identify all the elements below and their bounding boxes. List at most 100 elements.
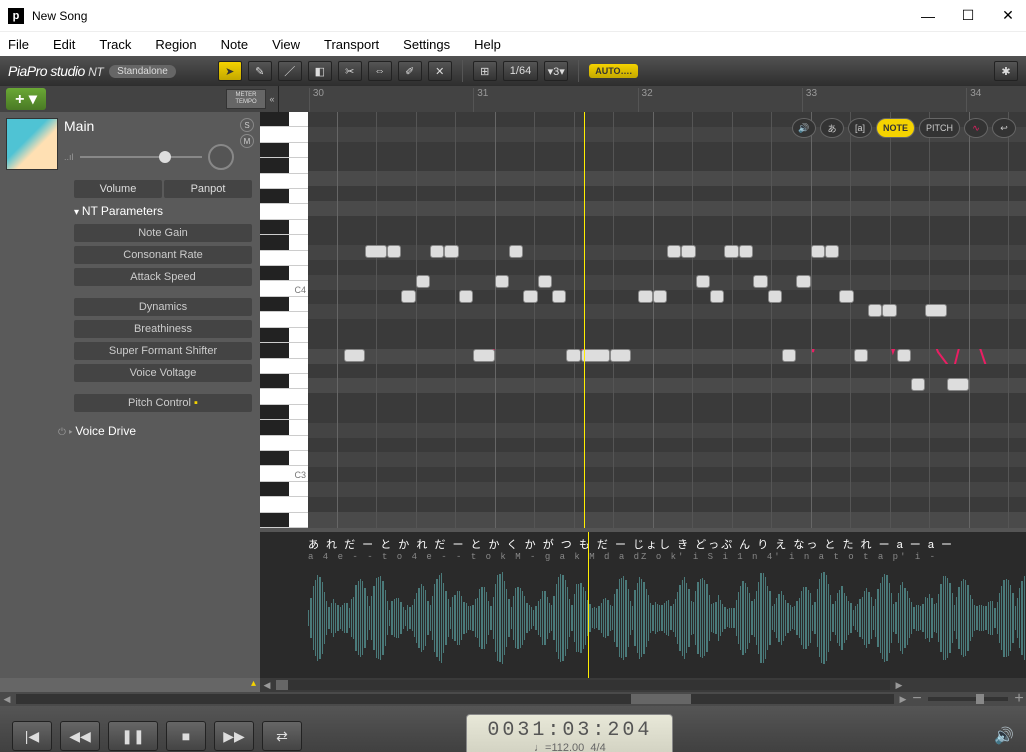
meter-tempo-toggle[interactable]: METERTEMPO <box>226 89 266 109</box>
time-display[interactable]: 0031:03:204 ♩=112.00 4/4 <box>466 714 673 752</box>
collapse-sidebar[interactable]: « <box>266 94 278 104</box>
add-track-button[interactable]: + ▾ <box>6 88 46 110</box>
menu-note[interactable]: Note <box>221 37 248 52</box>
menu-help[interactable]: Help <box>474 37 501 52</box>
param-super-formant[interactable]: Super Formant Shifter <box>74 342 252 360</box>
line-tool[interactable]: ／ <box>278 61 302 81</box>
return-icon[interactable]: ↩ <box>992 118 1016 138</box>
eraser-tool[interactable]: ◧ <box>308 61 332 81</box>
param-breathiness[interactable]: Breathiness <box>74 320 252 338</box>
scroll-left[interactable]: ◀ <box>260 680 274 691</box>
note[interactable] <box>724 245 738 258</box>
master-hscroll[interactable]: ◀ ▶ − + <box>0 692 1026 706</box>
note[interactable] <box>825 245 839 258</box>
note[interactable] <box>925 304 947 317</box>
grid-toggle[interactable]: ⊞ <box>473 61 497 81</box>
quantize-value[interactable]: 1/64 <box>503 61 538 81</box>
note[interactable] <box>459 290 473 303</box>
playhead[interactable] <box>584 112 585 528</box>
note[interactable] <box>523 290 537 303</box>
auto-button[interactable]: AUTO…. <box>589 64 638 78</box>
volume-slider[interactable] <box>80 156 202 158</box>
solo-button[interactable]: S <box>240 118 254 132</box>
loop-button[interactable]: ⇄ <box>262 721 302 751</box>
nt-parameters-header[interactable]: NT Parameters <box>0 198 260 222</box>
hscroll-bottom[interactable]: ◀ ▶ <box>260 678 1026 692</box>
brush-tool[interactable]: ✐ <box>398 61 422 81</box>
scroll-left[interactable]: ◀ <box>0 694 14 705</box>
note[interactable] <box>344 349 366 362</box>
lyrics-pane[interactable]: あ れ だ ー と か れ だ ー と か く か が つ も だ ー じょし … <box>260 528 1026 678</box>
note[interactable] <box>947 378 969 391</box>
menu-track[interactable]: Track <box>99 37 131 52</box>
maximize-button[interactable]: ☐ <box>958 6 978 26</box>
note[interactable] <box>897 349 911 362</box>
note[interactable] <box>667 245 681 258</box>
note[interactable] <box>401 290 415 303</box>
note[interactable] <box>638 290 652 303</box>
scroll-right[interactable]: ▶ <box>892 680 906 691</box>
note[interactable] <box>566 349 580 362</box>
menu-view[interactable]: View <box>272 37 300 52</box>
delete-tool[interactable]: ✕ <box>428 61 452 81</box>
piano-keys[interactable]: C4C3 <box>260 112 308 528</box>
pan-knob[interactable] <box>208 144 234 170</box>
note[interactable] <box>739 245 753 258</box>
forward-button[interactable]: ▶▶ <box>214 721 254 751</box>
lyric-mode-icon[interactable]: あ <box>820 118 844 138</box>
track-name[interactable]: Main <box>64 118 234 134</box>
param-note-gain[interactable]: Note Gain <box>74 224 252 242</box>
param-consonant-rate[interactable]: Consonant Rate <box>74 246 252 264</box>
speaker-icon[interactable]: 🔊 <box>792 118 816 138</box>
goto-start-button[interactable]: |◀ <box>12 721 52 751</box>
menu-settings[interactable]: Settings <box>403 37 450 52</box>
note[interactable] <box>768 290 782 303</box>
menu-edit[interactable]: Edit <box>53 37 75 52</box>
voice-drive-header[interactable]: Voice Drive <box>0 414 260 442</box>
menu-file[interactable]: File <box>8 37 29 52</box>
note[interactable] <box>365 245 387 258</box>
timeline-ruler[interactable]: 30 31 32 33 34 <box>278 86 1026 112</box>
note[interactable] <box>782 349 796 362</box>
settings-gear[interactable]: ✱ <box>994 61 1018 81</box>
note[interactable] <box>509 245 523 258</box>
note[interactable] <box>387 245 401 258</box>
note[interactable] <box>839 290 853 303</box>
arrow-tool[interactable]: ➤ <box>218 61 242 81</box>
close-button[interactable]: ✕ <box>998 6 1018 26</box>
note[interactable] <box>681 245 695 258</box>
scroll-right[interactable]: ▶ <box>896 694 910 705</box>
master-volume-icon[interactable]: 🔊 <box>994 726 1014 746</box>
note[interactable] <box>753 275 767 288</box>
note[interactable] <box>473 349 495 362</box>
mute-button[interactable]: M <box>240 134 254 148</box>
note[interactable] <box>868 304 882 317</box>
note[interactable] <box>696 275 710 288</box>
param-pitch-control[interactable]: Pitch Control <box>74 394 252 412</box>
note[interactable] <box>444 245 458 258</box>
pencil-tool[interactable]: ✎ <box>248 61 272 81</box>
play-pause-button[interactable]: ❚❚ <box>108 721 158 751</box>
menu-region[interactable]: Region <box>155 37 196 52</box>
glue-tool[interactable]: ⇔ <box>368 61 392 81</box>
param-voice-voltage[interactable]: Voice Voltage <box>74 364 252 382</box>
tab-panpot[interactable]: Panpot <box>164 180 252 198</box>
note[interactable] <box>538 275 552 288</box>
note-mode-button[interactable]: NOTE <box>876 118 915 138</box>
note[interactable] <box>610 349 632 362</box>
param-attack-speed[interactable]: Attack Speed <box>74 268 252 286</box>
phoneme-mode-icon[interactable]: [a] <box>848 118 872 138</box>
param-dynamics[interactable]: Dynamics <box>74 298 252 316</box>
sidebar-resize[interactable]: ▴ <box>0 678 260 692</box>
triplet-toggle[interactable]: ▾3▾ <box>544 61 568 81</box>
note[interactable] <box>653 290 667 303</box>
tab-volume[interactable]: Volume <box>74 180 162 198</box>
note[interactable] <box>416 275 430 288</box>
note[interactable] <box>882 304 896 317</box>
note[interactable] <box>911 378 925 391</box>
note[interactable] <box>552 290 566 303</box>
track-avatar[interactable] <box>6 118 58 170</box>
note-grid[interactable]: 🔊 あ [a] NOTE PITCH ∿ ↩ <box>308 112 1026 528</box>
note[interactable] <box>495 275 509 288</box>
knife-tool[interactable]: ✂ <box>338 61 362 81</box>
